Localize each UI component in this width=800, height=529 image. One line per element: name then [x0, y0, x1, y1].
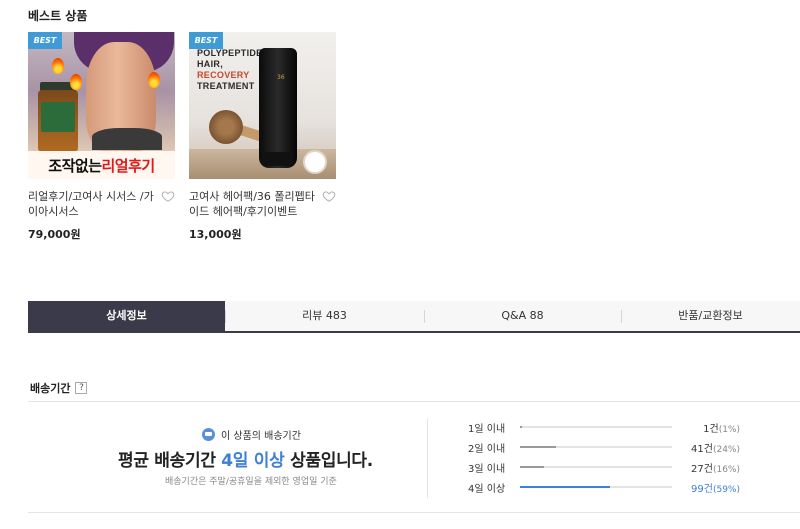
distribution-bar-fill [520, 426, 522, 428]
best-badge: BEST [28, 32, 62, 49]
product-price: 13,000원 [189, 228, 242, 241]
distribution-bar [520, 486, 672, 488]
truck-icon [202, 428, 215, 441]
tab-return-exchange[interactable]: 반품/교환정보 [621, 301, 800, 331]
shipping-distribution-row: 2일 이내 41건(24%) [468, 443, 740, 455]
divider [28, 512, 800, 513]
shipping-distribution-row: 1일 이내 1건(1%) [468, 423, 740, 435]
product-image[interactable]: BEST POLYPEPTIDE HAIR, RECOVERY TREATMEN… [189, 32, 336, 179]
best-badge: BEST [189, 32, 223, 49]
shipping-average-text: 평균 배송기간 4일 이상 상품입니다. [118, 451, 373, 471]
product-name[interactable]: 고여사 헤어팩/36 폴리펩타이드 헤어팩/후기이벤트 [189, 189, 336, 219]
divider [28, 401, 800, 402]
distribution-bar [520, 466, 672, 468]
distribution-bar-fill [520, 486, 610, 488]
image-headline: POLYPEPTIDE HAIR, RECOVERY TREATMENT [197, 48, 263, 91]
tab-detail[interactable]: 상세정보 [28, 301, 225, 331]
distribution-bar [520, 426, 672, 428]
best-products-title: 베스트 상품 [28, 9, 88, 23]
shipping-section-title: 배송기간 ? [30, 380, 88, 396]
distribution-bar-fill [520, 466, 545, 468]
shipping-distribution-row: 4일 이상 99건(59%) [468, 483, 740, 495]
flame-icon [52, 58, 64, 74]
image-banner: 조작없는 리얼후기 [28, 151, 175, 179]
shipping-distribution-row: 3일 이내 27건(16%) [468, 463, 740, 475]
distribution-bar-fill [520, 446, 557, 448]
tab-qna[interactable]: Q&A 88 [424, 301, 621, 331]
product-image[interactable]: BEST 조작없는 리얼후기 [28, 32, 175, 179]
product-card[interactable]: BEST 조작없는 리얼후기 리얼후기/고여사 시서스 /가이아시서스 79,0… [28, 32, 175, 242]
detail-tabs: 상세정보 리뷰 483 Q&A 88 반품/교환정보 [28, 301, 800, 333]
heart-icon[interactable] [322, 189, 336, 203]
product-name[interactable]: 리얼후기/고여사 시서스 /가이아시서스 [28, 189, 175, 219]
shipping-badge: 이 상품의 배송기간 [202, 427, 301, 442]
flame-icon [148, 72, 160, 88]
flame-icon [70, 74, 82, 90]
shipping-note: 배송기간은 주말/공휴일을 제외한 영업일 기준 [165, 477, 337, 487]
heart-icon[interactable] [161, 189, 175, 203]
help-icon[interactable]: ? [75, 382, 88, 394]
product-card[interactable]: BEST POLYPEPTIDE HAIR, RECOVERY TREATMEN… [189, 32, 336, 242]
tab-reviews[interactable]: 리뷰 483 [225, 301, 424, 331]
divider [427, 418, 428, 498]
product-price: 79,000원 [28, 228, 81, 241]
distribution-bar [520, 446, 672, 448]
